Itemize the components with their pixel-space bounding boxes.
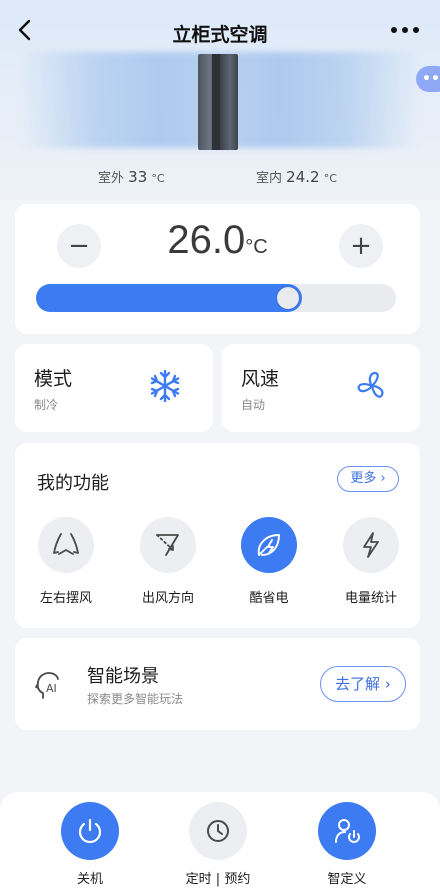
timer-label: 定时 | 预约 bbox=[185, 872, 251, 887]
func-label: 酷省电 bbox=[249, 591, 289, 606]
timer-schedule-button[interactable]: 定时 | 预约 bbox=[173, 802, 263, 887]
clock-icon bbox=[207, 820, 229, 842]
temperature-slider[interactable] bbox=[36, 284, 396, 312]
functions-more-button[interactable]: 更多 › bbox=[337, 466, 399, 492]
mode-title: 模式 bbox=[34, 368, 73, 390]
indoor-temp: 室内 24.2 °C bbox=[256, 167, 337, 186]
func-swing-horizontal[interactable]: 左右摆风 bbox=[21, 517, 111, 606]
slider-thumb[interactable] bbox=[277, 287, 299, 309]
power-label: 关机 bbox=[76, 872, 103, 887]
mode-card[interactable]: 模式 制冷 bbox=[15, 344, 213, 432]
func-eco-mode[interactable]: 酷省电 bbox=[224, 517, 314, 606]
outdoor-value: 33 bbox=[128, 168, 148, 186]
wind-title: 风速 bbox=[241, 368, 280, 390]
func-circle bbox=[343, 517, 399, 573]
ac-unit-image bbox=[198, 54, 238, 150]
wind-value: 自动 bbox=[241, 398, 266, 412]
scene-subtitle: 探索更多智能玩法 bbox=[87, 692, 184, 706]
lightning-icon bbox=[363, 532, 379, 558]
learn-more-button[interactable]: 去了解 › bbox=[320, 666, 406, 702]
outdoor-label: 室外 bbox=[98, 171, 125, 186]
indoor-value: 24.2 bbox=[286, 168, 320, 186]
func-label: 左右摆风 bbox=[39, 591, 92, 606]
mode-value: 制冷 bbox=[34, 398, 59, 412]
func-circle bbox=[140, 517, 196, 573]
custom-circle bbox=[318, 802, 376, 860]
custom-label: 智定义 bbox=[327, 872, 367, 887]
power-off-button[interactable]: 关机 bbox=[45, 802, 135, 887]
power-circle bbox=[61, 802, 119, 860]
fan-icon bbox=[357, 371, 384, 398]
func-circle bbox=[38, 517, 94, 573]
wind-speed-card[interactable]: 风速 自动 bbox=[222, 344, 420, 432]
temp-increase-button[interactable]: + bbox=[339, 224, 383, 268]
airflow-direction-icon bbox=[156, 534, 179, 556]
outdoor-unit: °C bbox=[151, 172, 165, 185]
func-power-stats[interactable]: 电量统计 bbox=[326, 517, 416, 606]
func-airflow-direction[interactable]: 出风方向 bbox=[123, 517, 213, 606]
eco-leaf-icon bbox=[257, 534, 280, 556]
outdoor-temp: 室外 33 °C bbox=[98, 167, 165, 186]
functions-title: 我的功能 bbox=[37, 473, 109, 494]
swing-horizontal-icon bbox=[53, 533, 79, 555]
temp-value: 26.0 bbox=[167, 218, 246, 262]
temperature-card: − 26.0°C + bbox=[15, 204, 420, 334]
func-label: 电量统计 bbox=[344, 591, 397, 606]
custom-define-button[interactable]: 智定义 bbox=[302, 802, 392, 887]
smart-scene-card[interactable]: AI 智能场景 探索更多智能玩法 去了解 › bbox=[15, 638, 420, 730]
scene-title: 智能场景 bbox=[87, 666, 159, 687]
snowflake-icon bbox=[150, 369, 180, 403]
user-power-icon bbox=[335, 819, 360, 843]
assistant-bubble[interactable]: •• bbox=[416, 66, 440, 92]
svg-text:AI: AI bbox=[46, 682, 57, 695]
bottom-action-bar: 关机 定时 | 预约 智定义 bbox=[0, 792, 440, 893]
indoor-unit: °C bbox=[323, 172, 337, 185]
func-circle-active bbox=[241, 517, 297, 573]
more-dots-icon bbox=[391, 27, 419, 33]
slider-fill bbox=[36, 284, 302, 312]
functions-card: 我的功能 更多 › 左右摆风 出风方向 酷省电 电量统计 bbox=[15, 443, 420, 628]
power-icon bbox=[78, 818, 102, 844]
ai-head-icon: AI bbox=[35, 672, 59, 699]
temp-unit: °C bbox=[245, 236, 268, 258]
func-label: 出风方向 bbox=[141, 591, 194, 606]
indoor-label: 室内 bbox=[256, 171, 283, 186]
timer-circle bbox=[189, 802, 247, 860]
more-menu-button[interactable] bbox=[388, 16, 422, 44]
page-title: 立柜式空调 bbox=[172, 24, 268, 46]
